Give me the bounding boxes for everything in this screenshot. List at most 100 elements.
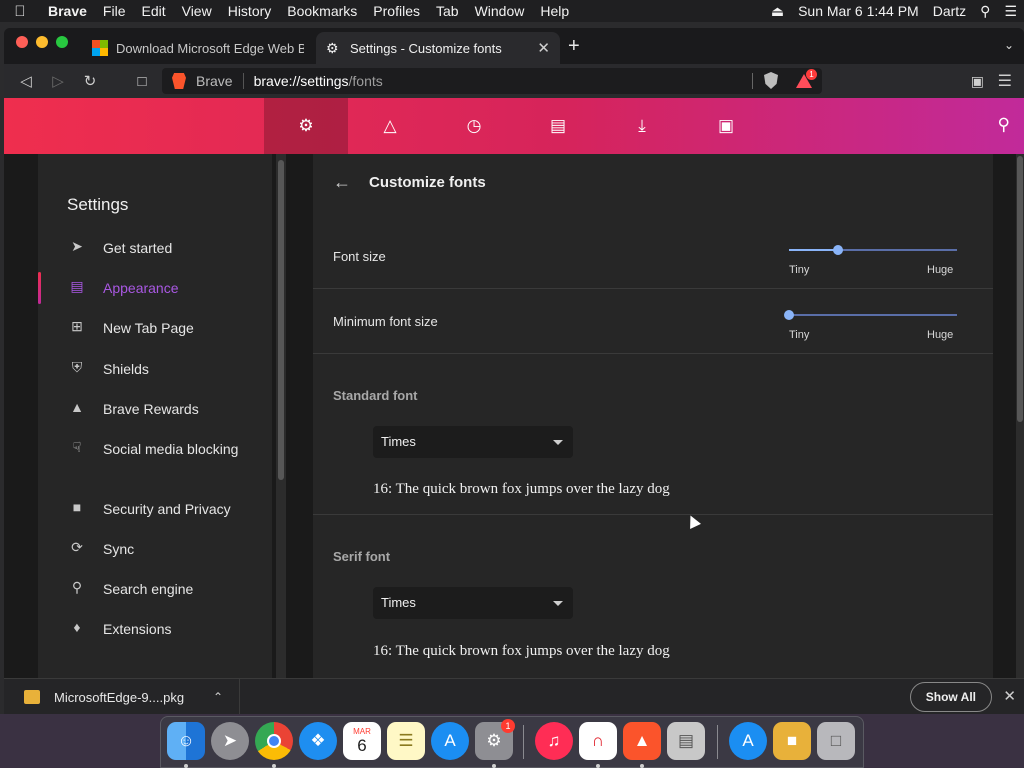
min-font-size-row: Minimum font size Tiny Huge [313,289,993,354]
font-size-slider[interactable] [789,245,957,255]
sidebar-item-get-started[interactable]: ➤ Get started [38,238,272,258]
close-icon[interactable]: ✕ [1003,687,1016,705]
new-tab-button[interactable]: + [568,36,580,56]
minimize-window-button[interactable] [36,36,48,48]
forward-button[interactable]: ▷ [42,72,74,90]
package-icon[interactable]: ■ [773,722,811,760]
safari-compass-icon[interactable]: ❖ [299,722,337,760]
wallet-icon[interactable]: ▣ [971,73,984,90]
sidebar-item-shields[interactable]: ⛨ Shields [38,359,272,379]
menu-user[interactable]: Dartz [926,3,973,19]
menu-edit[interactable]: Edit [133,3,173,19]
spotlight-search-icon[interactable]: ⚲ [973,3,997,20]
header-wallet-icon[interactable]: ▣ [684,98,768,154]
back-button[interactable]: ◁ [10,72,42,90]
microsoft-logo-icon [92,40,108,56]
menu-history[interactable]: History [220,3,280,19]
sidebar-item-security-privacy[interactable]: ■ Security and Privacy [38,499,272,519]
fonts-settings-card: ← Customize fonts Font size Tiny Huge Mi… [313,154,993,678]
tab-title: Download Microsoft Edge Web Brow [116,40,304,56]
trash-icon[interactable]: □ [817,722,855,760]
running-indicator [596,764,600,768]
menu-view[interactable]: View [174,3,220,19]
finder-icon[interactable]: ☺ [167,722,205,760]
chrome-icon[interactable] [255,722,293,760]
sidebar-item-brave-rewards[interactable]: ▲ Brave Rewards [38,399,272,419]
tab-search-chevron-icon[interactable]: ⌄ [1004,38,1014,52]
bookmark-icon[interactable]: □ [130,73,154,90]
font-size-label: Font size [333,249,386,264]
sidebar-scrollbar[interactable] [276,154,286,678]
eject-icon[interactable]: ⏏ [764,3,791,20]
settings-gear-icon[interactable]: ⚙ [264,98,348,154]
menu-help[interactable]: Help [532,3,577,19]
sidebar-item-new-tab-page[interactable]: ⊞ New Tab Page [38,318,272,338]
show-all-button[interactable]: Show All [909,682,992,712]
serif-font-select[interactable]: Times [373,587,573,619]
close-tab-icon[interactable]: ✕ [537,39,550,57]
url-host: brave://settings [253,73,349,89]
app-store-icon[interactable]: A [431,722,469,760]
sidebar-item-extensions[interactable]: ♦ Extensions [38,619,272,639]
standard-font-select[interactable]: Times [373,426,573,458]
control-center-icon[interactable]: ☰ [997,3,1024,20]
apple-menu-icon[interactable]:  [0,3,40,20]
music-note-icon[interactable]: ♫ [535,722,573,760]
scrollbar-thumb[interactable] [278,160,284,480]
sidebar-item-social-media-blocking[interactable]: ☟ Social media blocking [38,439,272,459]
slider-knob[interactable] [784,310,794,320]
scrollbar-thumb[interactable] [1017,156,1023,422]
address-bar[interactable]: Brave brave://settings /fonts 1 [162,68,822,94]
downloads-icon[interactable]: ⤓ [600,98,684,154]
close-window-button[interactable] [16,36,28,48]
sidebar-item-appearance[interactable]: ▤ Appearance [38,272,272,304]
reload-button[interactable]: ↻ [74,72,106,90]
min-font-size-label: Minimum font size [333,314,438,329]
menu-profiles[interactable]: Profiles [365,3,428,19]
download-item[interactable]: MicrosoftEdge-9....pkg ⌃ [4,679,240,714]
sidebar-item-label: Shields [103,361,149,377]
menu-app-name[interactable]: Brave [40,3,95,19]
chevron-up-icon[interactable]: ⌃ [213,690,223,704]
slider-min-label: Tiny [789,329,810,341]
brave-rewards-button[interactable]: 1 [796,69,817,88]
menu-file[interactable]: File [95,3,134,19]
select-value: Times [381,434,416,449]
settings-content: Settings ➤ Get started ▤ Appearance ⊞ Ne… [4,154,1024,678]
min-font-size-slider[interactable] [784,310,957,320]
sidebar-item-sync[interactable]: ⟳ Sync [38,539,272,559]
calendar-icon[interactable]: MAR 6 [343,722,381,760]
puzzle-icon: ♦ [73,619,81,635]
tab-settings-fonts[interactable]: ⚙ Settings - Customize fonts ✕ [316,32,560,64]
archive-utility-icon[interactable]: ▤ [667,722,705,760]
launchpad-icon[interactable]: ➤ [211,722,249,760]
menu-window[interactable]: Window [467,3,533,19]
menu-bookmarks[interactable]: Bookmarks [279,3,365,19]
bookmarks-icon[interactable]: ▤ [516,98,600,154]
menu-tab[interactable]: Tab [428,3,467,19]
main-menu-icon[interactable]: ☰ [998,71,1012,91]
notes-icon[interactable]: ☰ [387,722,425,760]
back-arrow-icon[interactable]: ← [333,172,357,193]
rewards-icon[interactable]: △ [348,98,432,154]
dock: ☺ ➤ ❖ MAR 6 ☰ A ⚙ 1 ♫ ∩ ▲ ▤ A ■ □ [160,716,864,768]
app-store-folder-icon[interactable]: A [729,722,767,760]
brave-lion-icon[interactable]: ▲ [623,722,661,760]
zoom-window-button[interactable] [56,36,68,48]
sidebar-item-label: Appearance [103,280,179,296]
main-scrollbar[interactable] [1016,154,1024,678]
settings-search-icon[interactable]: ⚲ [998,115,1010,135]
sidebar-title: Settings [67,195,129,214]
history-icon[interactable]: ◷ [432,98,516,154]
sidebar-item-label: Get started [103,240,173,256]
slider-knob[interactable] [832,245,843,255]
brave-shields-icon[interactable] [764,72,778,89]
menu-clock[interactable]: Sun Mar 6 1:44 PM [791,3,926,19]
magnet-icon[interactable]: ∩ [579,722,617,760]
download-file-name: MicrosoftEdge-9....pkg [54,689,185,705]
sidebar-item-search-engine[interactable]: ⚲ Search engine [38,579,272,599]
browser-window: Download Microsoft Edge Web Brow ⚙ Setti… [4,28,1024,714]
page-title: Customize fonts [369,174,486,191]
tab-microsoft-edge[interactable]: Download Microsoft Edge Web Brow [82,32,314,64]
url-path: /fonts [348,73,383,89]
